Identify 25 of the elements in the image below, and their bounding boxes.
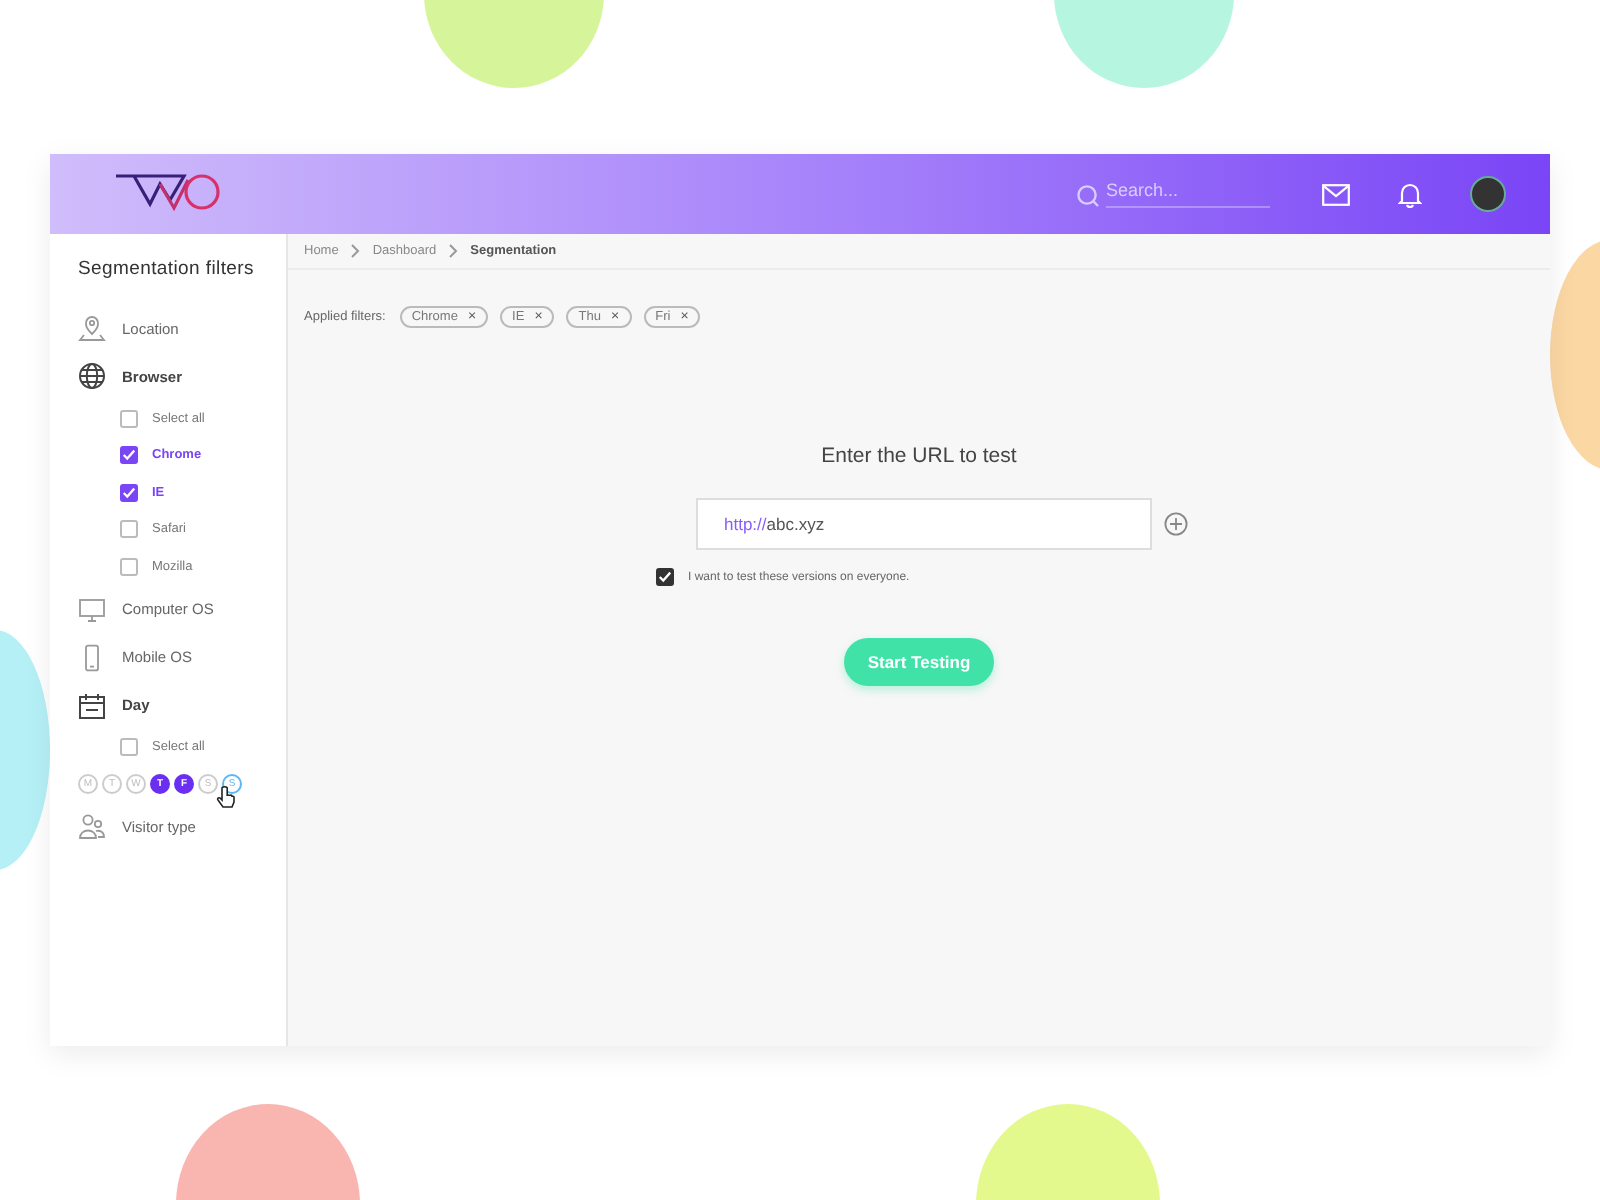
checkbox[interactable] [120,446,138,465]
logo-icon [114,172,226,216]
user-avatar[interactable] [1470,176,1506,212]
checkbox[interactable] [120,738,138,757]
chevron-right-icon [350,244,361,258]
mail-icon[interactable] [1322,183,1350,205]
globe-icon [78,362,106,390]
form-heading: Enter the URL to test [821,444,1017,468]
checkbox[interactable] [120,409,138,428]
chevron-right-icon [448,244,459,258]
search-field[interactable]: Search... [1106,180,1270,208]
add-circle-icon[interactable] [1164,512,1188,536]
monitor-icon [78,595,106,623]
checkbox[interactable] [120,520,138,539]
location-pin-icon [78,314,106,342]
notification-bell-icon[interactable] [1398,181,1422,207]
checkbox[interactable] [656,568,674,586]
search-icon [1076,184,1100,208]
checkbox[interactable] [120,483,138,502]
people-icon [78,812,106,840]
hand-cursor-icon [216,786,236,810]
checkbox[interactable] [120,557,138,576]
sidebar-title: Segmentation filters [78,258,256,280]
url-input-field[interactable]: http://abc.xyz [696,498,1152,550]
calendar-icon [78,691,106,719]
